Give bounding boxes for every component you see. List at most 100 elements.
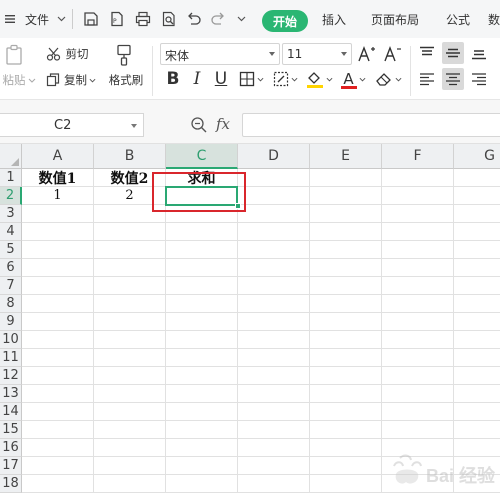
insert-function-button[interactable]: fx [216,115,230,133]
cell-d6[interactable] [238,259,310,277]
row-header-12[interactable]: 12 [0,367,22,385]
cell-e6[interactable] [310,259,382,277]
cell-g13[interactable] [454,385,500,403]
print-icon[interactable] [132,0,154,38]
cell-d7[interactable] [238,277,310,295]
cell-b16[interactable] [94,439,166,457]
cell-b18[interactable] [94,475,166,493]
name-box[interactable]: C2 [0,113,144,137]
column-header-b[interactable]: B [94,144,166,169]
cell-e13[interactable] [310,385,382,403]
cell-a13[interactable] [22,385,94,403]
cell-c13[interactable] [166,385,238,403]
tab-home[interactable]: 开始 [262,10,308,32]
cell-c7[interactable] [166,277,238,295]
cell-d8[interactable] [238,295,310,313]
print-preview-icon[interactable] [158,0,180,38]
align-bottom-button[interactable] [468,42,490,64]
font-size-select[interactable]: 11 [282,43,352,65]
row-header-17[interactable]: 17 [0,457,22,475]
cell-style-button[interactable] [270,68,300,90]
cell-b8[interactable] [94,295,166,313]
cell-e16[interactable] [310,439,382,457]
undo-icon[interactable] [184,0,204,38]
menu-icon[interactable] [0,0,20,38]
cell-a8[interactable] [22,295,94,313]
cell-e18[interactable] [310,475,382,493]
cell-c9[interactable] [166,313,238,331]
cell-b5[interactable] [94,241,166,259]
cell-a9[interactable] [22,313,94,331]
fill-handle[interactable] [235,203,241,209]
fill-color-button[interactable] [304,68,334,90]
cell-b13[interactable] [94,385,166,403]
cell-f7[interactable] [382,277,454,295]
cell-d11[interactable] [238,349,310,367]
format-painter-icon[interactable] [110,42,138,68]
cell-c16[interactable] [166,439,238,457]
cell-a6[interactable] [22,259,94,277]
cell-d15[interactable] [238,421,310,439]
cell-b15[interactable] [94,421,166,439]
cell-f14[interactable] [382,403,454,421]
row-header-1[interactable]: 1 [0,169,22,187]
font-name-select[interactable]: 宋体 [160,43,280,65]
quick-access-chevron-icon[interactable] [232,0,250,38]
row-header-11[interactable]: 11 [0,349,22,367]
cell-f13[interactable] [382,385,454,403]
align-left-button[interactable] [416,68,438,90]
align-right-button[interactable] [468,68,490,90]
cell-g1[interactable] [454,169,500,187]
row-header-6[interactable]: 6 [0,259,22,277]
underline-button[interactable]: U [210,68,232,90]
cell-c18[interactable] [166,475,238,493]
cell-g7[interactable] [454,277,500,295]
cell-c17[interactable] [166,457,238,475]
cell-a10[interactable] [22,331,94,349]
cell-c11[interactable] [166,349,238,367]
italic-button[interactable]: I [186,68,208,90]
paste-button[interactable]: 粘贴 [0,71,38,89]
cell-f10[interactable] [382,331,454,349]
align-middle-button[interactable] [442,42,464,64]
cell-a18[interactable] [22,475,94,493]
column-header-g[interactable]: G [454,144,500,169]
file-menu[interactable]: 文件 [22,0,52,38]
cell-e8[interactable] [310,295,382,313]
cell-b17[interactable] [94,457,166,475]
cell-d5[interactable] [238,241,310,259]
cell-f8[interactable] [382,295,454,313]
cell-f5[interactable] [382,241,454,259]
align-top-button[interactable] [416,42,438,64]
cell-f11[interactable] [382,349,454,367]
cell-a1[interactable]: 数值1 [22,169,94,187]
cell-e17[interactable] [310,457,382,475]
cell-d17[interactable] [238,457,310,475]
select-all-corner[interactable] [0,144,22,169]
cell-f6[interactable] [382,259,454,277]
cell-a11[interactable] [22,349,94,367]
cell-e3[interactable] [310,205,382,223]
row-header-9[interactable]: 9 [0,313,22,331]
cell-e14[interactable] [310,403,382,421]
export-pdf-icon[interactable]: P [106,0,128,38]
cell-c14[interactable] [166,403,238,421]
cell-e9[interactable] [310,313,382,331]
tab-data[interactable]: 数 [488,0,500,38]
cell-g15[interactable] [454,421,500,439]
cell-f2[interactable] [382,187,454,205]
cell-f4[interactable] [382,223,454,241]
cell-d1[interactable] [238,169,310,187]
row-header-16[interactable]: 16 [0,439,22,457]
cell-c12[interactable] [166,367,238,385]
cell-d4[interactable] [238,223,310,241]
row-header-10[interactable]: 10 [0,331,22,349]
cell-e2[interactable] [310,187,382,205]
column-header-f[interactable]: F [382,144,454,169]
row-header-4[interactable]: 4 [0,223,22,241]
cell-e15[interactable] [310,421,382,439]
row-header-13[interactable]: 13 [0,385,22,403]
cell-g12[interactable] [454,367,500,385]
cell-d2[interactable] [238,187,310,205]
cell-g9[interactable] [454,313,500,331]
